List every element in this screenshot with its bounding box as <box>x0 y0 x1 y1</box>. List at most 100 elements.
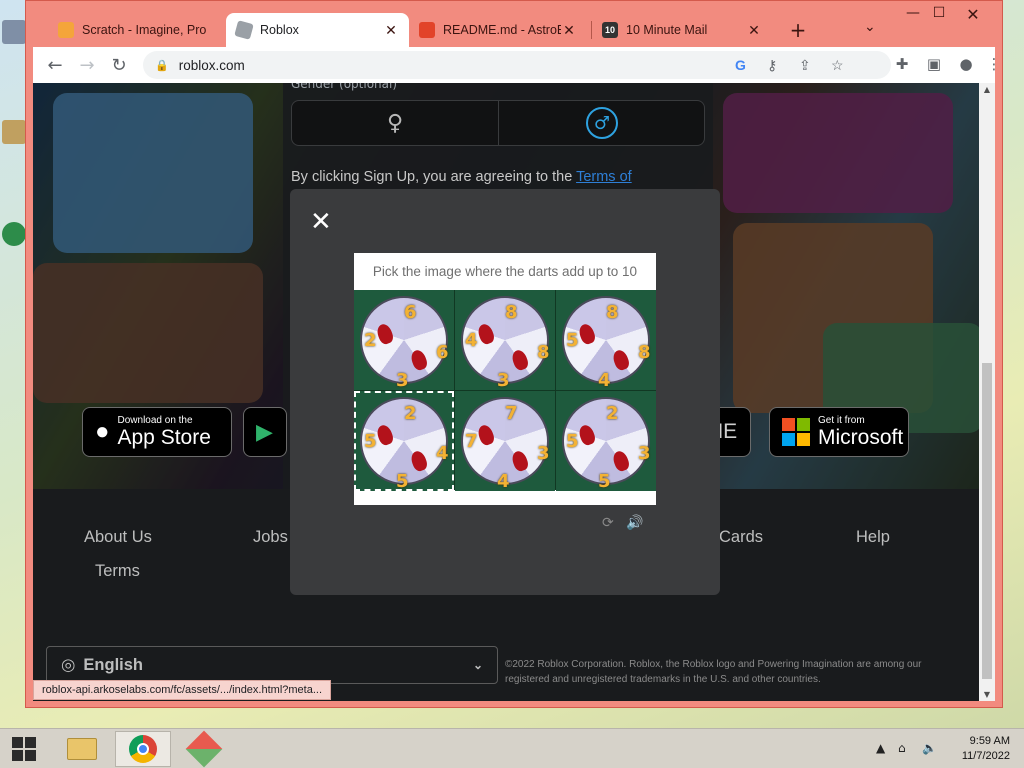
profile-avatar-icon[interactable]: ● <box>955 55 977 73</box>
taskbar: ▲ ⌂ 🔈 9:59 AM 11/7/2022 <box>0 728 1024 768</box>
key-icon[interactable]: ⚷ <box>767 57 777 74</box>
agree-text: By clicking Sign Up, you are agreeing to… <box>291 169 577 185</box>
volume-icon[interactable]: 🔈 <box>922 741 937 755</box>
chrome-taskbar-button[interactable] <box>115 731 171 767</box>
forward-arrow-icon[interactable]: → <box>71 55 103 76</box>
male-icon: ♂ <box>586 107 618 139</box>
menu-kebab-icon[interactable]: ⋮ <box>983 55 1005 73</box>
copyright-text: ©2022 Roblox Corporation. Roblox, the Ro… <box>505 659 922 685</box>
system-clock[interactable]: 9:59 AM 11/7/2022 <box>962 734 1010 764</box>
microsoft-store-badge[interactable]: Get it from Microsoft <box>769 407 909 457</box>
captcha-panel: Pick the image where the darts add up to… <box>354 253 656 505</box>
dart-score-number: 5 <box>364 431 377 452</box>
dart-score-number: 2 <box>404 403 417 424</box>
lock-icon: 🔒 <box>155 59 169 72</box>
captcha-instruction: Pick the image where the darts add up to… <box>372 263 638 279</box>
dart-score-number: 6 <box>404 302 417 323</box>
close-tab-icon[interactable]: ✕ <box>383 22 399 39</box>
roblox-icon <box>234 20 254 40</box>
dart-score-number: 4 <box>598 370 611 390</box>
captcha-tile[interactable]: 2 5 3 5 <box>556 391 656 491</box>
dart-icon <box>409 449 429 473</box>
new-tab-button[interactable]: + <box>786 18 810 42</box>
gender-female-button[interactable]: ♀ <box>292 101 498 145</box>
extensions-puzzle-icon[interactable]: ✚ <box>891 55 913 73</box>
browser-toolbar: ← → ↻ 🔒 roblox.com G ⚷ ⇪ ☆ ✚ ▣ ● ⋮ <box>33 47 1002 83</box>
gender-selector: ♀ ♂ <box>291 100 705 146</box>
tab-title: README.md - AstroBl <box>443 23 561 37</box>
tab-strip: Scratch - Imagine, Pro ✕ Roblox ✕ README… <box>26 1 1002 47</box>
dart-score-number: 5 <box>598 471 611 491</box>
dart-score-number: 7 <box>465 431 478 452</box>
dart-score-number: 5 <box>396 471 409 491</box>
dart-score-number: 8 <box>638 342 651 363</box>
start-button[interactable] <box>0 731 48 767</box>
microsoft-icon <box>782 418 810 446</box>
chevron-down-icon: ⌄ <box>472 658 483 672</box>
dart-score-number: 5 <box>566 431 579 452</box>
roblox-page: Gender (optional) ♀ ♂ By clicking Sign U… <box>33 83 979 701</box>
tab-roblox[interactable]: Roblox ✕ <box>226 13 409 47</box>
tab-title: 10 Minute Mail <box>626 23 708 37</box>
gitlab-icon <box>419 22 435 38</box>
share-icon[interactable]: ⇪ <box>799 57 811 74</box>
close-icon[interactable]: ✕ <box>310 209 332 235</box>
footer-link-about-us[interactable]: About Us <box>84 528 152 547</box>
tab-ten-minute-mail[interactable]: 10 10 Minute Mail ✕ <box>592 13 772 47</box>
browser-window: Scratch - Imagine, Pro ✕ Roblox ✕ README… <box>25 0 1003 708</box>
google-play-icon: ▶ <box>256 419 273 444</box>
tray-overflow-icon[interactable]: ▲ <box>876 741 885 755</box>
back-arrow-icon[interactable]: ← <box>39 55 71 76</box>
tab-scratch[interactable]: Scratch - Imagine, Pro ✕ <box>48 13 248 47</box>
apple-icon: ● <box>95 418 110 445</box>
side-panel-icon[interactable]: ▣ <box>923 55 945 73</box>
windows-logo-icon <box>12 737 36 761</box>
captcha-tile[interactable]: 6 2 6 3 <box>354 290 454 390</box>
captcha-grid: 626384838584254577342535 <box>354 290 656 491</box>
reload-icon[interactable]: ↻ <box>103 55 135 76</box>
captcha-tile[interactable]: 8 4 8 3 <box>455 290 555 390</box>
captcha-tile[interactable]: 8 5 8 4 <box>556 290 656 390</box>
footer-link-help[interactable]: Help <box>856 528 890 547</box>
close-window-button[interactable]: ✕ <box>958 5 988 24</box>
app-icon <box>185 730 223 768</box>
dart-score-number: 4 <box>497 471 510 491</box>
badge-big-text: App Store <box>117 426 211 449</box>
app-taskbar-button[interactable] <box>176 730 232 768</box>
maximize-button[interactable]: ☐ <box>924 5 954 21</box>
terms-agreement-text: By clicking Sign Up, you are agreeing to… <box>291 169 632 185</box>
google-icon[interactable]: G <box>735 57 746 73</box>
footer-link-terms[interactable]: Terms <box>95 562 140 581</box>
dart-score-number: 5 <box>566 330 579 351</box>
link-status-bar: roblox-api.arkoselabs.com/fc/assets/.../… <box>33 680 332 700</box>
dart-score-number: 8 <box>505 302 518 323</box>
scrollbar-thumb[interactable] <box>982 363 992 679</box>
scroll-down-arrow-icon[interactable]: ▼ <box>979 690 995 699</box>
tab-readme[interactable]: README.md - AstroBl ✕ <box>409 13 587 47</box>
captcha-tile[interactable]: 7734 <box>455 391 555 491</box>
captcha-tile[interactable]: 2 5 4 5 <box>354 391 454 491</box>
address-bar[interactable]: 🔒 roblox.com G ⚷ ⇪ ☆ <box>143 51 891 79</box>
dart-score-number: 3 <box>638 443 651 464</box>
scroll-up-arrow-icon[interactable]: ▲ <box>979 85 995 94</box>
gender-male-button[interactable]: ♂ <box>499 101 705 145</box>
page-scrollbar[interactable]: ▲ ▼ <box>979 83 995 701</box>
close-tab-icon[interactable]: ✕ <box>561 22 577 39</box>
footer-link-gift-cards[interactable]: Cards <box>719 528 763 547</box>
app-store-badge[interactable]: ● Download on the App Store <box>82 407 232 457</box>
terms-link[interactable]: Terms of <box>576 169 632 185</box>
dart-score-number: 2 <box>364 330 377 351</box>
audio-speaker-icon[interactable]: 🔊 <box>626 515 643 531</box>
footer-link-jobs[interactable]: Jobs <box>253 528 288 547</box>
dart-score-number: 8 <box>537 342 550 363</box>
google-play-badge[interactable]: ▶ <box>243 407 287 457</box>
dart-icon <box>375 423 395 447</box>
tab-search-chevron-icon[interactable]: ⌄ <box>864 19 876 35</box>
close-tab-icon[interactable]: ✕ <box>746 22 762 39</box>
bookmark-star-icon[interactable]: ☆ <box>831 57 844 74</box>
file-explorer-taskbar-button[interactable] <box>54 731 110 767</box>
language-select[interactable]: ◎ English ⌄ <box>46 646 498 684</box>
tab-title: Roblox <box>260 23 299 37</box>
refresh-icon[interactable]: ⟳ <box>602 515 614 531</box>
network-icon[interactable]: ⌂ <box>898 741 906 755</box>
